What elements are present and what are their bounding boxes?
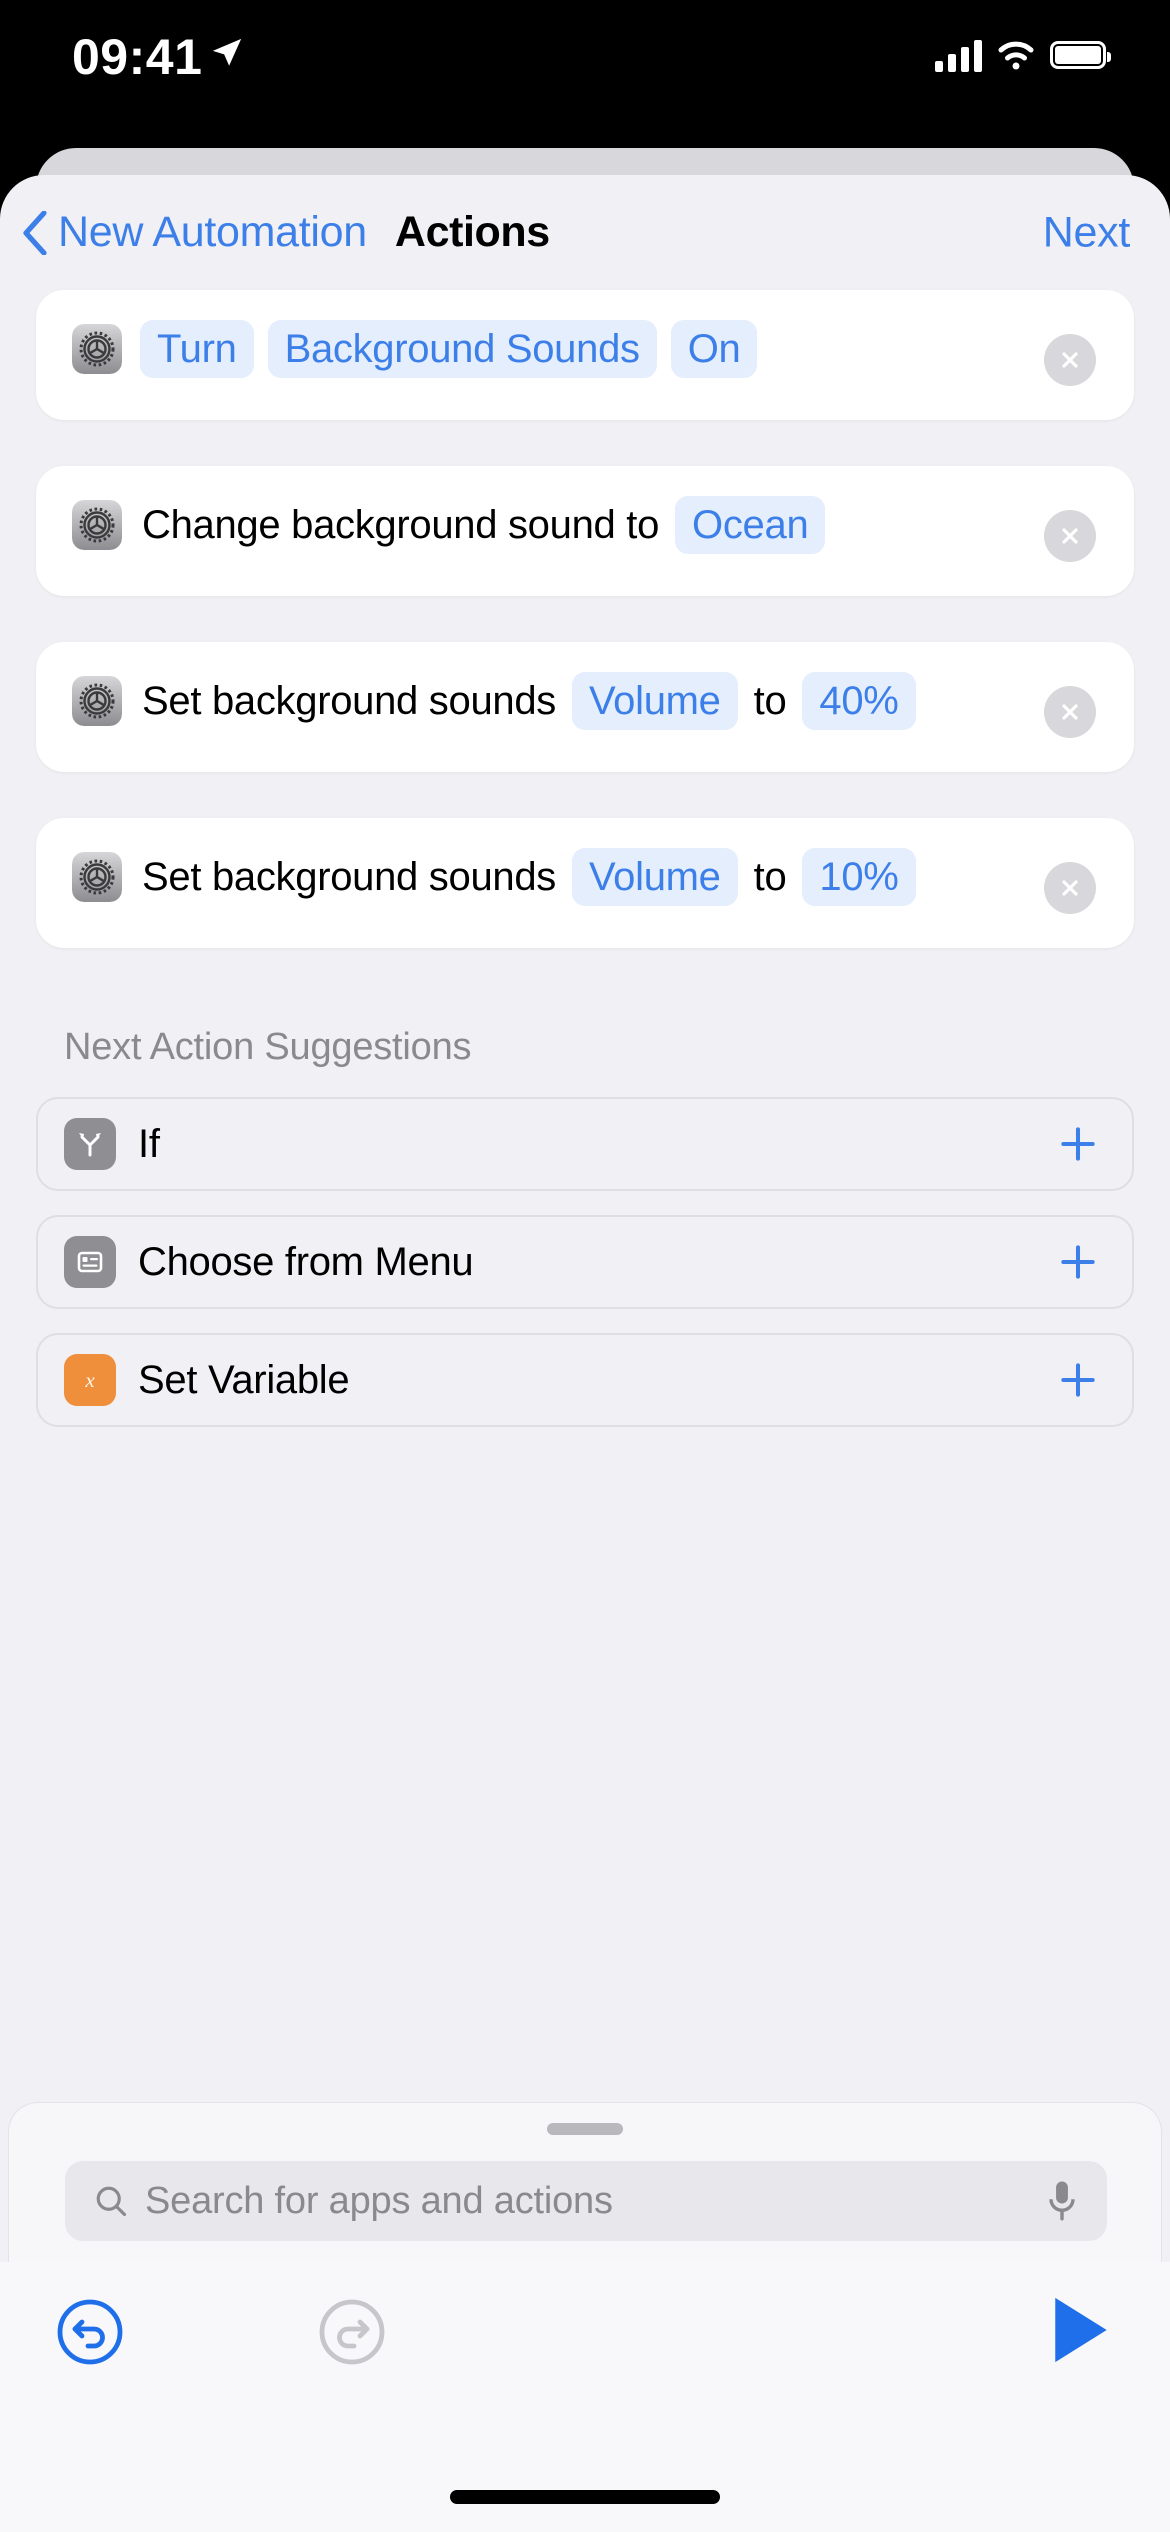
bottom-toolbar: [0, 2262, 1170, 2532]
plus-icon[interactable]: [1056, 1358, 1100, 1402]
suggestion-label: Set Variable: [138, 1357, 350, 1402]
back-button-label: New Automation: [58, 208, 367, 256]
action-token[interactable]: Turn: [140, 320, 254, 378]
play-icon[interactable]: [1050, 2294, 1112, 2366]
status-bar: 09:41: [0, 0, 1170, 132]
redo-icon: [319, 2299, 385, 2365]
wifi-icon: [998, 41, 1034, 70]
action-token[interactable]: Ocean: [675, 496, 826, 554]
cellular-bars-icon: [935, 38, 982, 72]
action-token[interactable]: Background Sounds: [267, 320, 657, 378]
search-placeholder: Search for apps and actions: [145, 2179, 613, 2222]
action-token[interactable]: Volume: [572, 848, 738, 906]
action-token: Set background sounds: [142, 855, 556, 899]
suggestion-label: Choose from Menu: [138, 1239, 474, 1284]
action-token: to: [753, 855, 787, 899]
action-token: Set background sounds: [142, 679, 556, 723]
next-button[interactable]: Next: [1043, 208, 1131, 257]
undo-icon[interactable]: [56, 2298, 124, 2366]
actions-list: Turn Background Sounds On Change backgro…: [0, 290, 1170, 1427]
close-circle-icon[interactable]: [1044, 862, 1096, 914]
plus-icon[interactable]: [1056, 1122, 1100, 1166]
close-circle-icon[interactable]: [1044, 510, 1096, 562]
actions-sheet: New Automation Actions Next Turn Backgro…: [0, 175, 1170, 2532]
location-arrow-icon: [212, 38, 242, 66]
page-title: Actions: [394, 208, 550, 256]
microphone-icon[interactable]: [1045, 2179, 1079, 2223]
action-card[interactable]: Set background sounds Volume to 10%: [36, 818, 1134, 948]
status-bar-indicators: [935, 38, 1111, 72]
action-card[interactable]: Set background sounds Volume to 40%: [36, 642, 1134, 772]
suggestion-row-if[interactable]: If: [36, 1097, 1134, 1191]
svg-text:x: x: [84, 1368, 95, 1392]
navigation-bar: New Automation Actions Next: [0, 175, 1170, 290]
suggestion-row-set-variable[interactable]: x Set Variable: [36, 1333, 1134, 1427]
action-card[interactable]: Change background sound to Ocean: [36, 466, 1134, 596]
back-button[interactable]: New Automation: [22, 208, 367, 257]
close-circle-icon[interactable]: [1044, 686, 1096, 738]
search-input[interactable]: Search for apps and actions: [65, 2161, 1107, 2241]
sheet-grabber[interactable]: [547, 2123, 623, 2135]
suggestion-label: If: [138, 1121, 160, 1166]
suggestion-row-choose-from-menu[interactable]: Choose from Menu: [36, 1215, 1134, 1309]
action-token: Change background sound to: [142, 503, 660, 547]
branch-arrow-icon: [64, 1118, 116, 1170]
action-card[interactable]: Turn Background Sounds On: [36, 290, 1134, 420]
action-token[interactable]: On: [670, 320, 758, 378]
settings-gear-icon: [72, 324, 122, 374]
action-token[interactable]: Volume: [572, 672, 738, 730]
close-circle-icon[interactable]: [1044, 334, 1096, 386]
iphone-screen: 09:41 New Automation Actions Next Turn B…: [0, 0, 1170, 2532]
search-sheet: Search for apps and actions: [8, 2102, 1162, 2262]
settings-gear-icon: [72, 852, 122, 902]
action-token[interactable]: 40%: [802, 672, 916, 730]
settings-gear-icon: [72, 500, 122, 550]
plus-icon[interactable]: [1056, 1240, 1100, 1284]
battery-full-icon: [1050, 41, 1111, 69]
variable-x-icon: x: [64, 1354, 116, 1406]
menu-list-icon: [64, 1236, 116, 1288]
action-token[interactable]: 10%: [802, 848, 916, 906]
status-bar-time: 09:41: [72, 29, 203, 85]
suggestions-header: Next Action Suggestions: [64, 1026, 472, 1068]
home-indicator: [450, 2490, 720, 2504]
settings-gear-icon: [72, 676, 122, 726]
chevron-left-icon: [23, 210, 47, 255]
action-token: to: [753, 679, 787, 723]
search-icon: [96, 2186, 127, 2217]
